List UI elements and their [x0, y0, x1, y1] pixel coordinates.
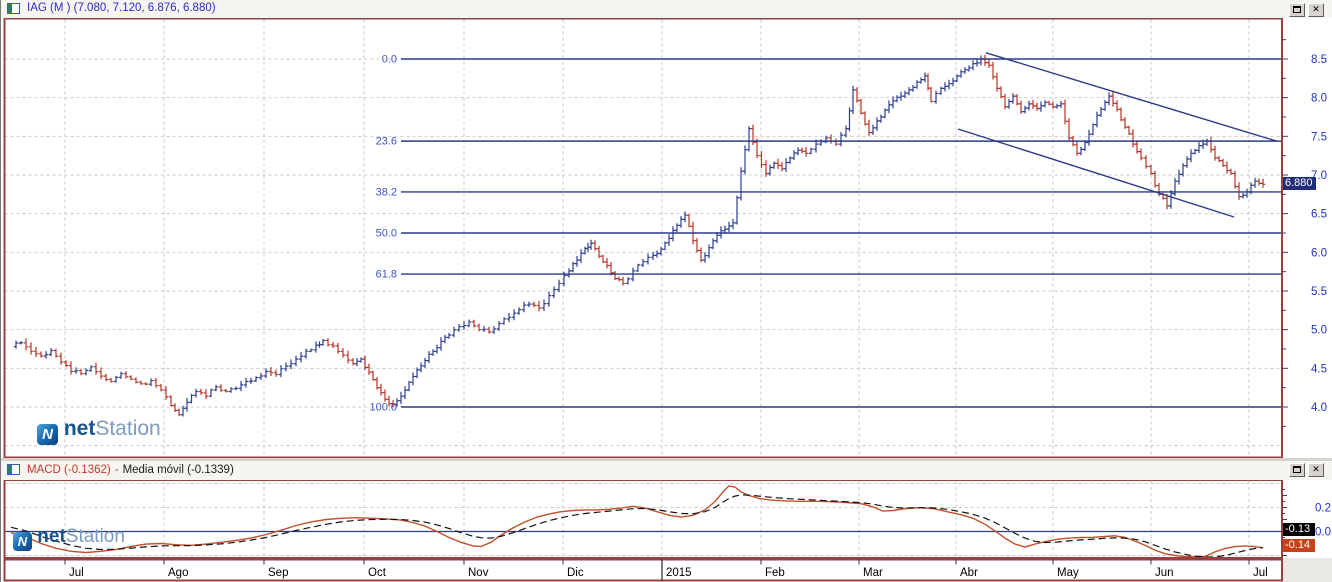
month-label: Oct — [368, 567, 387, 579]
netstation-window: 0.0 23.6 38.2 50.0 61.8 100.0 8.5 8.0 7.5 7.0 6.5 6… — [0, 0, 1332, 582]
macd-axis-label: 0.0 — [1315, 527, 1331, 539]
macd-axis-label: 0.2 — [1315, 503, 1331, 515]
month-label: Feb — [765, 567, 785, 579]
netstation-logo-icon: N — [13, 532, 32, 551]
main-chart-titlebar: IAG (M ) (7.080, 7.120, 6.876, 6.880) — [1, 0, 1332, 18]
month-label: May — [1057, 567, 1079, 579]
month-label: Jul — [1253, 567, 1268, 579]
fib-level-label: 23.6 — [376, 136, 397, 148]
price-axis-label: 7.5 — [1311, 131, 1327, 143]
price-axis-label: 4.0 — [1311, 402, 1327, 414]
close-icon: ✕ — [1312, 464, 1320, 474]
fib-level-label: 38.2 — [376, 186, 397, 198]
netstation-watermark: N netStation — [37, 417, 161, 445]
watermark-net: net — [37, 526, 66, 547]
netstation-watermark: N netStation — [13, 526, 125, 551]
last-price-badge: 6.880 — [1283, 177, 1316, 191]
price-axis-label: 8.5 — [1311, 54, 1327, 66]
month-label: Abr — [960, 567, 978, 579]
month-label: Jun — [1155, 567, 1174, 579]
chart-canvas[interactable]: 0.023.638.250.061.8100.08.58.07.57.06.56… — [1, 0, 1332, 582]
fib-level-label: 0.0 — [382, 54, 397, 66]
month-label: Dic — [567, 567, 584, 579]
maximize-icon — [1293, 466, 1301, 473]
macd-maximize-button[interactable] — [1289, 463, 1305, 477]
chart-window-icon — [7, 464, 20, 475]
close-icon: ✕ — [1312, 4, 1320, 14]
month-label: Jul — [69, 567, 84, 579]
month-label: Ago — [168, 567, 188, 579]
main-chart-title: IAG (M ) (7.080, 7.120, 6.876, 6.880) — [27, 2, 216, 14]
fib-level-label: 61.8 — [376, 269, 397, 281]
price-axis-label: 4.5 — [1311, 363, 1327, 375]
price-axis-label: 5.0 — [1311, 325, 1327, 337]
fib-level-label: 100.0 — [369, 401, 397, 413]
price-axis-label: 8.0 — [1311, 93, 1327, 105]
netstation-logo-icon: N — [37, 424, 58, 445]
macd-title-signal: Media móvil (-0.1339) — [122, 464, 234, 476]
macd-close-button[interactable]: ✕ — [1308, 463, 1324, 477]
main-maximize-button[interactable] — [1289, 3, 1305, 17]
month-label: Mar — [863, 567, 883, 579]
price-axis-label: 6.0 — [1311, 247, 1327, 259]
macd-value-badge: -0.14 — [1283, 539, 1315, 552]
price-axis-label: 5.5 — [1311, 286, 1327, 298]
macd-title-macd: MACD (-0.1362) — [27, 464, 111, 476]
fib-level-label: 50.0 — [376, 227, 397, 239]
watermark-station: Station — [95, 417, 161, 440]
watermark-net: net — [63, 417, 96, 440]
axis-corner — [1282, 558, 1332, 582]
time-axis-strip[interactable] — [3, 558, 1283, 582]
month-label: 2015 — [666, 567, 692, 579]
macd-titlebar: MACD (-0.1362) - Media móvil (-0.1339) — [1, 461, 1332, 480]
watermark-station: Station — [65, 526, 125, 547]
price-axis-label: 6.5 — [1311, 209, 1327, 221]
macd-title-separator: - — [114, 464, 119, 476]
month-label: Nov — [468, 567, 489, 579]
month-label: Sep — [268, 567, 288, 579]
main-close-button[interactable]: ✕ — [1308, 3, 1324, 17]
macd-title: MACD (-0.1362) - Media móvil (-0.1339) — [27, 464, 234, 476]
chart-window-icon — [7, 3, 20, 14]
maximize-icon — [1293, 6, 1301, 13]
macd-signal-value-badge: -0.13 — [1283, 523, 1315, 536]
